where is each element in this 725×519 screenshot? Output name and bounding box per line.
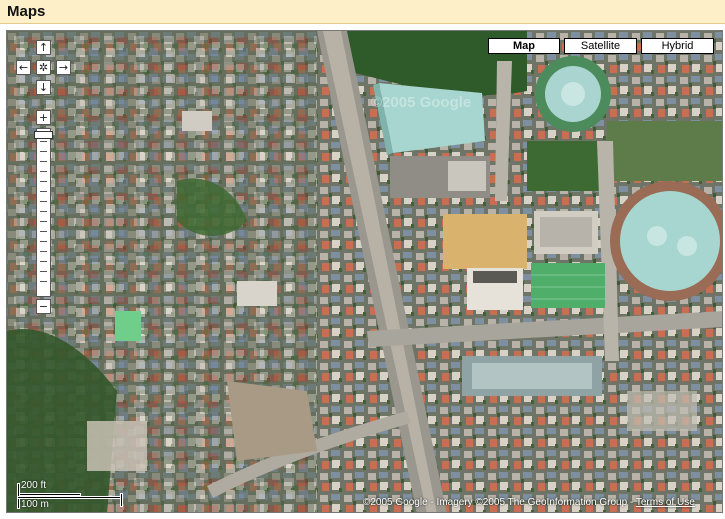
recenter-icon[interactable]: ✲ — [36, 60, 51, 75]
satellite-imagery — [7, 31, 722, 512]
zoom-slider-handle[interactable] — [34, 131, 53, 139]
scale-label-meters: 100 m — [21, 499, 49, 510]
zoom-in-icon[interactable]: + — [36, 110, 51, 125]
scale-bar-right-edge — [120, 493, 123, 507]
copyright-text: ©2005 Google - Imagery ©2005 The GeoInfo… — [363, 497, 636, 508]
pan-left-icon[interactable]: ← — [16, 60, 31, 75]
zoom-out-icon[interactable]: − — [36, 299, 51, 314]
page-title: Maps — [7, 3, 46, 20]
scale-bar: 200 ft 100 m — [13, 479, 123, 510]
scale-label-feet: 200 ft — [21, 480, 47, 491]
title-bar: Maps — [0, 0, 725, 24]
pan-down-icon[interactable]: ↓ — [36, 80, 51, 95]
pan-up-icon[interactable]: ↑ — [36, 40, 51, 55]
map-copyright: ©2005 Google - Imagery ©2005 The GeoInfo… — [363, 497, 695, 508]
google-watermark: ©2005 Google — [371, 94, 472, 111]
map-viewport[interactable]: ©2005 Google Map Satellite Hybrid ↑ ← ✲ … — [6, 30, 723, 513]
terms-of-use-link[interactable]: Terms of Use — [636, 497, 695, 508]
map-type-button[interactable]: Map — [488, 38, 560, 54]
pan-right-icon[interactable]: → — [56, 60, 71, 75]
zoom-slider-track[interactable] — [36, 128, 51, 297]
hybrid-type-button[interactable]: Hybrid — [641, 38, 714, 54]
satellite-type-button[interactable]: Satellite — [564, 38, 637, 54]
